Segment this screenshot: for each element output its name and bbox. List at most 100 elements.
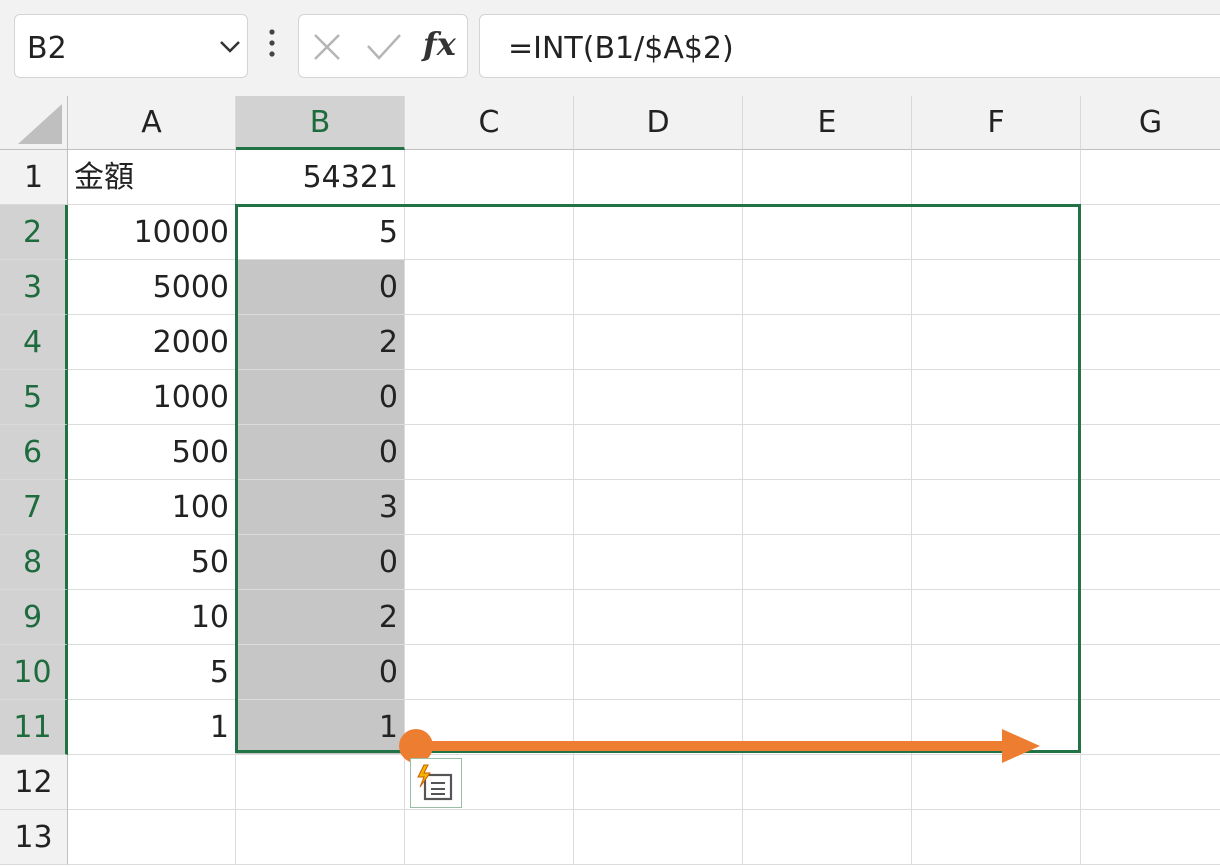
row-header-1[interactable]: 1 [0, 150, 68, 205]
row-header-3[interactable]: 3 [0, 260, 68, 315]
cell-f4[interactable] [912, 315, 1081, 370]
cell-c1[interactable] [405, 150, 574, 205]
formula-input[interactable]: =INT(B1/$A$2) [479, 14, 1220, 78]
cell-e13[interactable] [743, 810, 912, 865]
cell-a10[interactable]: 5 [68, 645, 236, 700]
cell-c9[interactable] [405, 590, 574, 645]
column-header-e[interactable]: E [743, 96, 912, 150]
cell-g13[interactable] [1081, 810, 1220, 865]
auto-fill-options-button[interactable] [410, 758, 462, 808]
cell-a12[interactable] [68, 755, 236, 810]
cell-b2[interactable]: 5 [236, 205, 405, 260]
x-icon[interactable] [311, 31, 343, 63]
cell-d5[interactable] [574, 370, 743, 425]
cell-e4[interactable] [743, 315, 912, 370]
column-header-g[interactable]: G [1081, 96, 1220, 150]
cell-d13[interactable] [574, 810, 743, 865]
cell-b12[interactable] [236, 755, 405, 810]
cell-c4[interactable] [405, 315, 574, 370]
cell-f5[interactable] [912, 370, 1081, 425]
cell-a7[interactable]: 100 [68, 480, 236, 535]
row-header-5[interactable]: 5 [0, 370, 68, 425]
cell-a8[interactable]: 50 [68, 535, 236, 590]
cell-b7[interactable]: 3 [236, 480, 405, 535]
cell-g12[interactable] [1081, 755, 1220, 810]
cell-a6[interactable]: 500 [68, 425, 236, 480]
cell-f9[interactable] [912, 590, 1081, 645]
cell-b10[interactable]: 0 [236, 645, 405, 700]
cell-g5[interactable] [1081, 370, 1220, 425]
row-header-10[interactable]: 10 [0, 645, 68, 700]
cell-c6[interactable] [405, 425, 574, 480]
cell-a3[interactable]: 5000 [68, 260, 236, 315]
cell-f1[interactable] [912, 150, 1081, 205]
cell-d8[interactable] [574, 535, 743, 590]
row-header-8[interactable]: 8 [0, 535, 68, 590]
cell-a11[interactable]: 1 [68, 700, 236, 755]
cell-d4[interactable] [574, 315, 743, 370]
cell-f7[interactable] [912, 480, 1081, 535]
cell-e9[interactable] [743, 590, 912, 645]
cell-b5[interactable]: 0 [236, 370, 405, 425]
cell-d10[interactable] [574, 645, 743, 700]
name-box[interactable]: B2 [14, 14, 248, 78]
row-header-12[interactable]: 12 [0, 755, 68, 810]
cell-f6[interactable] [912, 425, 1081, 480]
cell-d1[interactable] [574, 150, 743, 205]
cell-g4[interactable] [1081, 315, 1220, 370]
cell-g7[interactable] [1081, 480, 1220, 535]
cell-a4[interactable]: 2000 [68, 315, 236, 370]
row-header-7[interactable]: 7 [0, 480, 68, 535]
cell-a2[interactable]: 10000 [68, 205, 236, 260]
row-header-4[interactable]: 4 [0, 315, 68, 370]
cell-d6[interactable] [574, 425, 743, 480]
cell-c2[interactable] [405, 205, 574, 260]
column-header-c[interactable]: C [405, 96, 574, 150]
cell-c5[interactable] [405, 370, 574, 425]
row-header-9[interactable]: 9 [0, 590, 68, 645]
cell-c10[interactable] [405, 645, 574, 700]
cell-c7[interactable] [405, 480, 574, 535]
chevron-down-icon[interactable] [217, 37, 243, 57]
cell-f10[interactable] [912, 645, 1081, 700]
cell-e2[interactable] [743, 205, 912, 260]
cell-a13[interactable] [68, 810, 236, 865]
cell-f13[interactable] [912, 810, 1081, 865]
cell-g1[interactable] [1081, 150, 1220, 205]
cell-b3[interactable]: 0 [236, 260, 405, 315]
cell-e1[interactable] [743, 150, 912, 205]
cell-e7[interactable] [743, 480, 912, 535]
cell-e5[interactable] [743, 370, 912, 425]
cell-d3[interactable] [574, 260, 743, 315]
cell-g3[interactable] [1081, 260, 1220, 315]
cell-a9[interactable]: 10 [68, 590, 236, 645]
cell-d2[interactable] [574, 205, 743, 260]
cell-b9[interactable]: 2 [236, 590, 405, 645]
cell-b6[interactable]: 0 [236, 425, 405, 480]
cell-b1[interactable]: 54321 [236, 150, 405, 205]
cell-f3[interactable] [912, 260, 1081, 315]
column-header-f[interactable]: F [912, 96, 1081, 150]
column-header-b[interactable]: B [236, 96, 405, 150]
cell-g2[interactable] [1081, 205, 1220, 260]
cell-a1[interactable]: 金額 [68, 150, 236, 205]
check-icon[interactable] [365, 31, 403, 63]
select-all-corner[interactable] [0, 96, 68, 150]
cell-f8[interactable] [912, 535, 1081, 590]
cell-e10[interactable] [743, 645, 912, 700]
cell-g6[interactable] [1081, 425, 1220, 480]
cell-g10[interactable] [1081, 645, 1220, 700]
row-header-11[interactable]: 11 [0, 700, 68, 755]
column-header-d[interactable]: D [574, 96, 743, 150]
cell-g8[interactable] [1081, 535, 1220, 590]
cell-d9[interactable] [574, 590, 743, 645]
cell-f2[interactable] [912, 205, 1081, 260]
cell-c13[interactable] [405, 810, 574, 865]
more-options-icon[interactable] [262, 26, 282, 62]
cell-g9[interactable] [1081, 590, 1220, 645]
cell-a5[interactable]: 1000 [68, 370, 236, 425]
cell-g11[interactable] [1081, 700, 1220, 755]
cell-b13[interactable] [236, 810, 405, 865]
column-header-a[interactable]: A [68, 96, 236, 150]
row-header-6[interactable]: 6 [0, 425, 68, 480]
